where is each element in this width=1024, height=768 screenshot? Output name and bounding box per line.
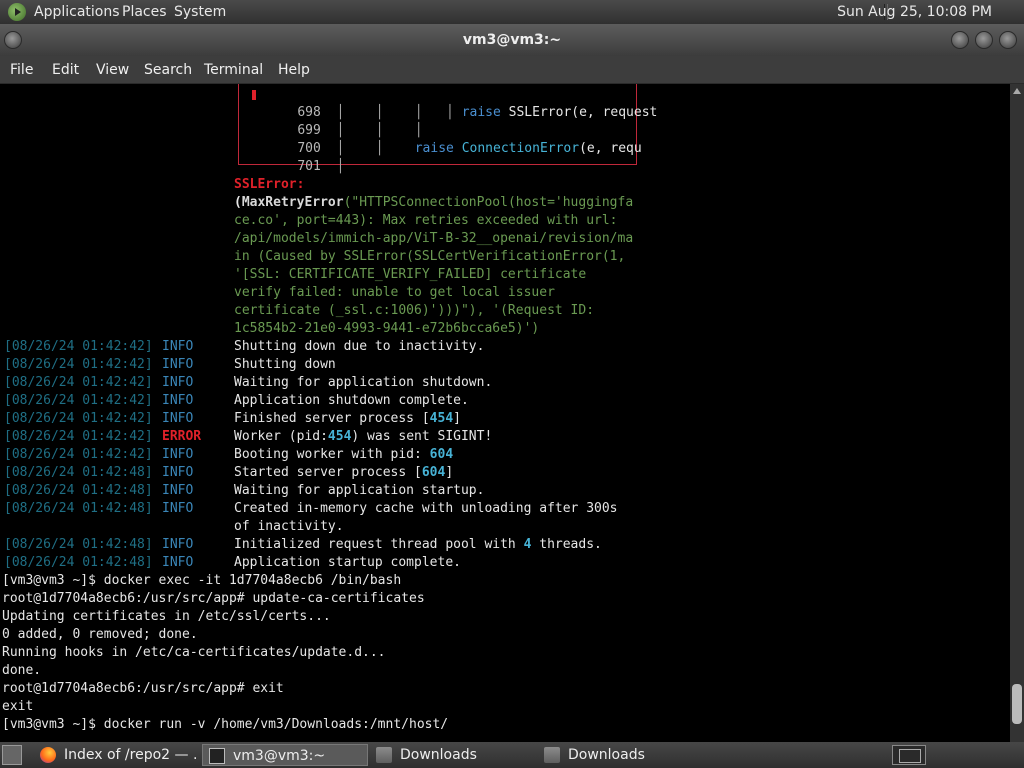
log-line: [08/26/24 01:42:48] INFO Waiting for appli… [4,483,485,498]
shell-line: [vm3@vm3 ~]$ docker exec -it 1d7704a8ecb… [2,573,402,588]
error-line: 1c5854b2-21e0-4993-9441-e72b6bcca6e5)') [234,321,540,336]
task-downloads[interactable]: Downloads [538,744,704,766]
folder-icon [376,747,392,763]
folder-icon [544,747,560,763]
close-button[interactable] [999,31,1017,49]
shell-prompt-line[interactable]: [vm3@vm3 ~]$ docker run -v /home/vm3/Dow… [2,716,448,734]
error-line: ce.co', port=443): Max retries exceeded … [234,213,618,228]
error-line: in (Caused by SSLError(SSLCertVerificati… [234,249,626,264]
maximize-button[interactable] [975,31,993,49]
error-line: '[SSL: CERTIFICATE_VERIFY_FAILED] certif… [234,267,587,282]
error-line: certificate (_ssl.c:1006)')))"), '(Reque… [234,303,595,318]
shell-line: exit [2,699,34,714]
log-line: [08/26/24 01:42:48] INFO Created in-memory… [4,501,618,516]
log-line: [08/26/24 01:42:42] INFO Shutting down [4,357,336,372]
task-label: Index of /repo2 — ... [64,747,198,763]
scroll-up-icon[interactable] [1013,88,1021,94]
error-line: verify failed: unable to get local issue… [234,285,555,300]
shell-line: 0 added, 0 removed; done. [2,627,198,642]
scrollbar-thumb[interactable] [1012,684,1022,724]
window-titlebar[interactable]: vm3@vm3:~ [0,24,1024,56]
log-line: [08/26/24 01:42:42] INFO Shutting down due… [4,339,485,354]
terminal-scrollbar[interactable] [1010,84,1024,742]
log-line: [08/26/24 01:42:42] INFO Booting worker wi… [4,447,454,462]
menu-file[interactable]: File [10,56,33,84]
log-line: [08/26/24 01:42:48] INFO Application start… [4,555,461,570]
workspace-icon [899,749,921,763]
shell-line: Updating certificates in /etc/ssl/certs.… [2,609,331,624]
log-line: [08/26/24 01:42:48] INFO Started server pr… [4,465,454,480]
error-line: /api/models/immich-app/ViT-B-32__openai/… [234,231,634,246]
task-terminal[interactable]: vm3@vm3:~ [202,744,368,766]
log-line: [08/26/24 01:42:42] ERROR Worker (pid:454)… [4,429,493,444]
terminal-output[interactable]: 698 │ │ │ │ raise SSLError(e, request 69… [0,84,1010,742]
workspace-switcher[interactable] [892,745,926,765]
system-menu[interactable]: System [174,0,226,24]
task-label: Downloads [400,747,477,763]
shell-line: Running hooks in /etc/ca-certificates/up… [2,645,386,660]
log-line: [08/26/24 01:42:42] INFO Application shutd… [4,393,469,408]
log-line: [08/26/24 01:42:48] INFO Initialized reque… [4,537,602,552]
menu-help[interactable]: Help [278,56,310,84]
bottom-taskbar: Index of /repo2 — ... vm3@vm3:~ Download… [0,742,1024,768]
minimize-button[interactable] [951,31,969,49]
traceback-line: 698 │ │ │ │ raise SSLError(e, request [297,105,658,120]
traceback-line: 701 │ [297,159,345,174]
menu-edit[interactable]: Edit [52,56,79,84]
shell-line: root@1d7704a8ecb6:/usr/src/app# exit [2,681,284,696]
menu-view[interactable]: View [96,56,129,84]
top-panel: Applications Places System Sun Aug 25, 1… [0,0,1024,24]
traceback-line: 700 │ │ raise ConnectionError(e, requ [297,141,642,156]
error-line: (MaxRetryError("HTTPSConnectionPool(host… [234,195,634,210]
window-title: vm3@vm3:~ [462,32,562,48]
firefox-icon [40,747,56,763]
terminal-menubar: File Edit View Search Terminal Help [0,56,1024,84]
places-menu[interactable]: Places [122,0,167,24]
show-desktop-icon[interactable] [2,745,22,765]
terminal-icon [209,748,225,764]
task-label: vm3@vm3:~ [233,748,326,764]
log-line: [08/26/24 01:42:42] INFO Finished server p… [4,411,461,426]
task-label: Downloads [568,747,645,763]
clock[interactable]: Sun Aug 25, 10:08 PM [837,0,992,24]
traceback-line: 699 │ │ │ [297,123,423,138]
menu-search[interactable]: Search [144,56,192,84]
task-downloads[interactable]: Downloads [370,744,536,766]
applications-logo-icon[interactable] [8,3,26,21]
task-browser[interactable]: Index of /repo2 — ... [34,744,200,766]
menu-terminal[interactable]: Terminal [204,56,263,84]
error-name: SSLError: [234,177,305,192]
log-line: [08/26/24 01:42:42] INFO Waiting for appli… [4,375,493,390]
applications-menu[interactable]: Applications [34,0,120,24]
shell-line: done. [2,663,42,678]
traceback-pointer-icon [252,90,256,100]
shell-line: root@1d7704a8ecb6:/usr/src/app# update-c… [2,591,425,606]
